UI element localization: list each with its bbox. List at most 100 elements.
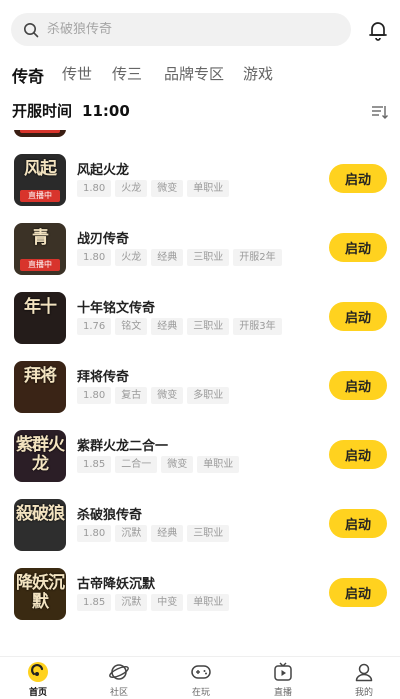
tab-games[interactable]: 游戏 <box>243 63 273 84</box>
game-tag: 1.80 <box>77 249 112 266</box>
home-icon <box>28 662 48 682</box>
game-thumbnail-text: 降妖沉默 <box>16 573 65 612</box>
game-tags: 1.76 铭文 经典 三职业 开服3年 <box>77 318 282 335</box>
nav-community-label: 社区 <box>109 688 128 698</box>
game-tag: 经典 <box>151 525 184 542</box>
game-thumbnail-text: 青 <box>32 228 49 248</box>
live-badge: 直播中 <box>20 190 60 202</box>
nav-profile-label: 我的 <box>354 688 373 698</box>
game-thumbnail[interactable]: 紫群火龙 <box>14 430 66 482</box>
game-thumbnail[interactable]: 殺破狼 <box>14 499 66 551</box>
game-tag: 沉默 <box>115 594 148 611</box>
start-button[interactable]: 启动 <box>329 578 387 607</box>
tv-icon <box>274 662 292 681</box>
category-tabs: 传奇 传世 传三 品牌专区 游戏 <box>0 60 400 90</box>
game-tag: 微变 <box>151 180 184 197</box>
game-name: 十年铭文传奇 <box>77 301 156 316</box>
game-thumbnail-text: 殺破狼 <box>16 504 65 524</box>
game-name: 拜将传奇 <box>77 370 130 385</box>
game-name: 紫群火龙二合一 <box>77 439 169 454</box>
game-tag: 中变 <box>151 594 184 611</box>
game-tag: 开服2年 <box>233 249 282 266</box>
nav-playing[interactable]: 在玩 <box>171 661 231 698</box>
game-row[interactable]: 年十 十年铭文传奇 1.76 铭文 经典 三职业 开服3年 启动 <box>0 283 400 352</box>
game-tag: 复古 <box>115 387 148 404</box>
game-thumbnail[interactable]: 年十 <box>14 292 66 344</box>
tab-chuanshi[interactable]: 传世 <box>62 63 92 84</box>
game-tag: 开服3年 <box>233 318 282 335</box>
game-name: 战刃传奇 <box>77 232 130 247</box>
game-thumbnail-text: 年十 <box>24 297 57 317</box>
game-tag: 三职业 <box>187 525 230 542</box>
game-tags: 1.80 复古 微变 多职业 <box>77 387 230 404</box>
game-row[interactable]: 青直播中 战刃传奇 1.80 火龙 经典 三职业 开服2年 启动 <box>0 214 400 283</box>
game-thumbnail[interactable]: 拜将 <box>14 361 66 413</box>
game-tag: 1.80 <box>77 387 112 404</box>
game-thumbnail-text: 拜将 <box>24 366 57 386</box>
game-tag: 单职业 <box>187 594 230 611</box>
game-row[interactable]: 紫群火龙 紫群火龙二合一 1.85 二合一 微变 单职业 启动 <box>0 421 400 490</box>
game-tag: 单职业 <box>187 180 230 197</box>
server-time-header: 开服时间 11:00 <box>12 100 388 124</box>
game-name: 杀破狼传奇 <box>77 508 143 523</box>
game-tags: 1.80 火龙 微变 单职业 <box>77 180 230 197</box>
game-thumbnail-text: 紫群火龙 <box>16 435 65 474</box>
game-tag: 1.85 <box>77 456 112 473</box>
game-tag: 沉默 <box>115 525 148 542</box>
game-row[interactable]: 降妖沉默 古帝降妖沉默 1.85 沉默 中变 单职业 启动 <box>0 559 400 628</box>
game-tag: 微变 <box>161 456 194 473</box>
bell-icon[interactable] <box>366 18 390 42</box>
nav-playing-label: 在玩 <box>191 688 210 698</box>
game-tag: 经典 <box>151 318 184 335</box>
nav-home-label: 首页 <box>28 688 47 698</box>
game-list[interactable]: 非直播中1.80火龙微变三职业启动风起直播中风起火龙1.80火龙微变单职业启动青… <box>0 130 400 656</box>
live-badge: 直播中 <box>20 130 60 133</box>
search-input[interactable] <box>47 22 307 37</box>
game-name: 风起火龙 <box>77 163 130 178</box>
game-row[interactable]: 风起 直播中 风起火龙 1.80 火龙 微变 单职业 启动 <box>0 145 400 214</box>
game-list-inner: 非直播中1.80火龙微变三职业启动风起直播中风起火龙1.80火龙微变单职业启动青… <box>0 130 400 628</box>
game-tag: 1.76 <box>77 318 112 335</box>
game-tags: 1.80 沉默 经典 三职业 <box>77 525 230 542</box>
game-tags: 1.85 二合一 微变 单职业 <box>77 456 240 473</box>
game-tag: 单职业 <box>197 456 240 473</box>
nav-community[interactable]: 社区 <box>89 661 149 698</box>
game-row[interactable]: 拜将 拜将传奇 1.80 复古 微变 多职业 启动 <box>0 352 400 421</box>
game-thumbnail[interactable]: 降妖沉默 <box>14 568 66 620</box>
search-bar[interactable] <box>11 13 351 46</box>
search-icon <box>24 22 39 37</box>
start-button[interactable]: 启动 <box>329 371 387 400</box>
sort-icon[interactable] <box>370 103 388 121</box>
game-row[interactable]: 非直播中1.80火龙微变三职业启动 <box>0 130 400 145</box>
start-button[interactable]: 启动 <box>329 164 387 193</box>
game-tag: 二合一 <box>115 456 158 473</box>
profile-icon <box>355 663 373 682</box>
game-tag: 火龙 <box>115 180 148 197</box>
bottom-nav: 首页 社区 在玩 直播 我的 <box>0 656 400 699</box>
game-tag: 三职业 <box>187 318 230 335</box>
game-tag: 多职业 <box>187 387 230 404</box>
start-button[interactable]: 启动 <box>329 302 387 331</box>
tab-chuanqi[interactable]: 传奇 <box>12 63 44 87</box>
top-bar <box>0 0 400 60</box>
nav-home[interactable]: 首页 <box>8 661 68 698</box>
nav-live[interactable]: 直播 <box>253 661 313 698</box>
game-tag: 火龙 <box>115 249 148 266</box>
game-row[interactable]: 殺破狼 杀破狼传奇 1.80 沉默 经典 三职业 启动 <box>0 490 400 559</box>
live-badge: 直播中 <box>20 259 60 271</box>
game-tag: 1.80 <box>77 180 112 197</box>
start-button[interactable]: 启动 <box>329 440 387 469</box>
start-button[interactable]: 启动 <box>329 509 387 538</box>
nav-profile[interactable]: 我的 <box>334 661 394 698</box>
tab-chuansan[interactable]: 传三 <box>112 63 142 84</box>
gamepad-icon <box>191 665 211 679</box>
game-tags: 1.85 沉默 中变 单职业 <box>77 594 230 611</box>
game-tag: 三职业 <box>187 249 230 266</box>
tab-brand-zone[interactable]: 品牌专区 <box>164 63 224 84</box>
start-button[interactable]: 启动 <box>329 233 387 262</box>
game-tags: 1.80 火龙 经典 三职业 开服2年 <box>77 249 282 266</box>
game-thumbnail[interactable]: 非直播中 <box>14 130 66 137</box>
game-tag: 1.80 <box>77 525 112 542</box>
game-thumbnail[interactable]: 青直播中 <box>14 223 66 275</box>
game-thumbnail[interactable]: 风起 直播中 <box>14 154 66 206</box>
